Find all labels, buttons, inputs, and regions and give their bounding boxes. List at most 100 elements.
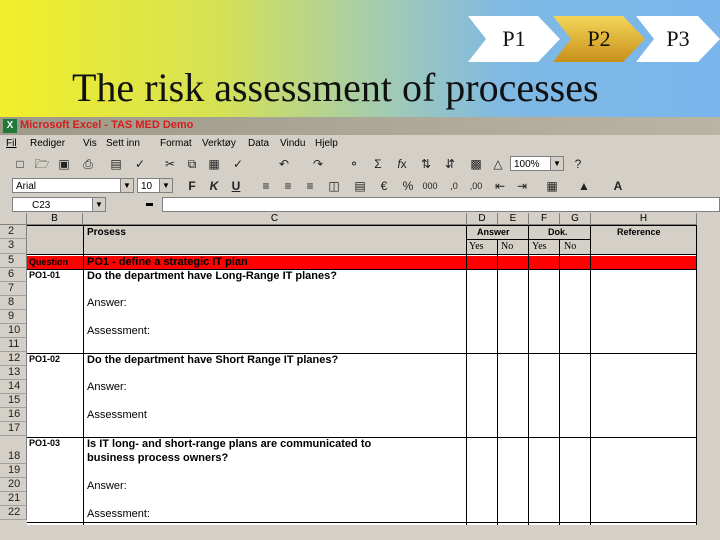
column-header[interactable]: E — [498, 213, 529, 225]
open-folder-icon[interactable]: 🗁 — [34, 156, 50, 172]
row-header[interactable]: 10 — [0, 324, 27, 338]
menu-item-hjelp[interactable]: Hjelp — [315, 138, 338, 149]
sheet-area[interactable]: Prosess Answer Dok. Reference Yes No Yes… — [27, 225, 697, 525]
chart-wizard-icon[interactable]: ▩ — [468, 156, 484, 172]
column-header[interactable]: F — [529, 213, 560, 225]
row-header[interactable]: 2 — [0, 225, 27, 239]
step-p2[interactable]: P2 — [553, 16, 645, 62]
row-header[interactable]: 22 — [0, 506, 27, 520]
row-header[interactable]: 3 — [0, 239, 27, 254]
chevron-down-icon[interactable]: ▼ — [159, 179, 172, 192]
standard-toolbar: □ 🗁 ▣ ⎙ ▤ ✓ ✂ ⧉ ▦ ✓ ↶ ↷ ⚬ Σ fx ⇅ ⇵ ▩ △ 1… — [0, 153, 720, 175]
excel-app-icon: X — [3, 119, 17, 133]
paste-icon[interactable]: ▦ — [206, 156, 222, 172]
column-header[interactable]: C — [83, 213, 467, 225]
chevron-down-icon[interactable]: ▼ — [92, 198, 105, 211]
row-header[interactable]: 9 — [0, 310, 27, 324]
copy-icon[interactable]: ⧉ — [184, 156, 200, 172]
row-header[interactable]: 16 — [0, 408, 27, 422]
borders-icon[interactable]: ▦ — [544, 178, 560, 194]
row-header[interactable]: 8 — [0, 296, 27, 310]
menu-item-fil[interactable]: Fil — [6, 138, 17, 149]
item-answer: Answer: — [87, 297, 127, 309]
align-left-icon[interactable]: ≡ — [258, 178, 274, 194]
answer-header: Answer — [477, 227, 510, 237]
print-preview-icon[interactable]: ▤ — [108, 156, 124, 172]
column-header[interactable]: D — [467, 213, 498, 225]
format-painter-icon[interactable]: ✓ — [230, 156, 246, 172]
new-file-icon[interactable]: □ — [12, 156, 28, 172]
fill-color-icon[interactable]: ▲ — [576, 178, 592, 194]
decrease-decimal-icon[interactable]: ,00 — [468, 178, 484, 194]
row-header[interactable]: 18 — [0, 436, 27, 464]
formula-bar: C23 ▼ — [0, 196, 720, 213]
row-header[interactable]: 20 — [0, 478, 27, 492]
decrease-indent-icon[interactable]: ⇤ — [492, 178, 508, 194]
divider — [27, 254, 697, 255]
row-header[interactable]: 15 — [0, 394, 27, 408]
step-p3[interactable]: P3 — [636, 16, 720, 62]
menu-item-vis[interactable]: Vis — [83, 138, 97, 149]
row-header[interactable]: 7 — [0, 282, 27, 296]
font-color-icon[interactable]: A — [610, 178, 626, 194]
row-header[interactable]: 12 — [0, 352, 27, 366]
cut-icon[interactable]: ✂ — [162, 156, 178, 172]
font-size-value: 10 — [141, 181, 153, 192]
menu-item-verktoy[interactable]: Verktøy — [202, 138, 236, 149]
increase-indent-icon[interactable]: ⇥ — [514, 178, 530, 194]
column-header[interactable]: H — [591, 213, 697, 225]
chevron-down-icon[interactable]: ▼ — [120, 179, 133, 192]
name-box[interactable]: C23 ▼ — [12, 197, 106, 212]
step-p1[interactable]: P1 — [468, 16, 560, 62]
comma-style-icon[interactable]: 000 — [422, 178, 438, 194]
font-name-value: Arial — [16, 181, 37, 192]
function-icon[interactable]: fx — [394, 156, 410, 172]
spelling-icon[interactable]: ✓ — [132, 156, 148, 172]
print-icon[interactable]: ⎙ — [80, 156, 96, 172]
font-name-box[interactable]: Arial ▼ — [12, 178, 134, 193]
help-icon[interactable]: ? — [570, 156, 586, 172]
menu-item-sett-inn[interactable]: Sett inn — [106, 138, 140, 149]
merge-center-icon[interactable]: ◫ — [326, 178, 342, 194]
formatting-toolbar: Arial ▼ 10 ▼ F K U ≡ ≡ ≡ ◫ ▤ € % 000 ,0 … — [0, 175, 720, 197]
menu-item-data[interactable]: Data — [248, 138, 269, 149]
menu-item-rediger[interactable]: Rediger — [30, 138, 65, 149]
underline-icon[interactable]: U — [228, 178, 244, 194]
row-header[interactable]: 13 — [0, 366, 27, 380]
align-center-icon[interactable]: ≡ — [280, 178, 296, 194]
row-header[interactable]: 21 — [0, 492, 27, 506]
row-header[interactable]: 17 — [0, 422, 27, 436]
font-size-box[interactable]: 10 ▼ — [137, 178, 173, 193]
divider — [559, 239, 560, 525]
undo-icon[interactable]: ↶ — [276, 156, 292, 172]
bold-icon[interactable]: F — [184, 178, 200, 194]
answer-no-label: No — [501, 241, 514, 252]
chevron-down-icon[interactable]: ▼ — [550, 157, 563, 170]
increase-decimal-icon[interactable]: ,0 — [446, 178, 462, 194]
row-header[interactable]: 6 — [0, 268, 27, 282]
align-right-icon[interactable]: ≡ — [302, 178, 318, 194]
divider — [27, 353, 697, 354]
sort-descending-icon[interactable]: ⇵ — [442, 156, 458, 172]
formula-input[interactable] — [162, 197, 720, 212]
currency-icon[interactable]: ▤ — [352, 178, 368, 194]
row-header[interactable]: 14 — [0, 380, 27, 394]
sort-ascending-icon[interactable]: ⇅ — [418, 156, 434, 172]
column-header[interactable]: B — [27, 213, 83, 225]
euro-icon[interactable]: € — [376, 178, 392, 194]
column-header[interactable]: G — [560, 213, 591, 225]
italic-icon[interactable]: K — [206, 178, 222, 194]
menu-item-vindu[interactable]: Vindu — [280, 138, 305, 149]
autosum-icon[interactable]: Σ — [370, 156, 386, 172]
drawing-icon[interactable]: △ — [490, 156, 506, 172]
row-header[interactable]: 11 — [0, 338, 27, 352]
redo-icon[interactable]: ↷ — [310, 156, 326, 172]
percent-icon[interactable]: % — [400, 178, 416, 194]
save-icon[interactable]: ▣ — [56, 156, 72, 172]
zoom-box[interactable]: 100% ▼ — [510, 156, 564, 171]
select-all-corner[interactable] — [0, 213, 27, 225]
hyperlink-icon[interactable]: ⚬ — [346, 156, 362, 172]
menu-item-format[interactable]: Format — [160, 138, 192, 149]
row-header[interactable]: 5 — [0, 254, 27, 268]
row-header[interactable]: 19 — [0, 464, 27, 478]
